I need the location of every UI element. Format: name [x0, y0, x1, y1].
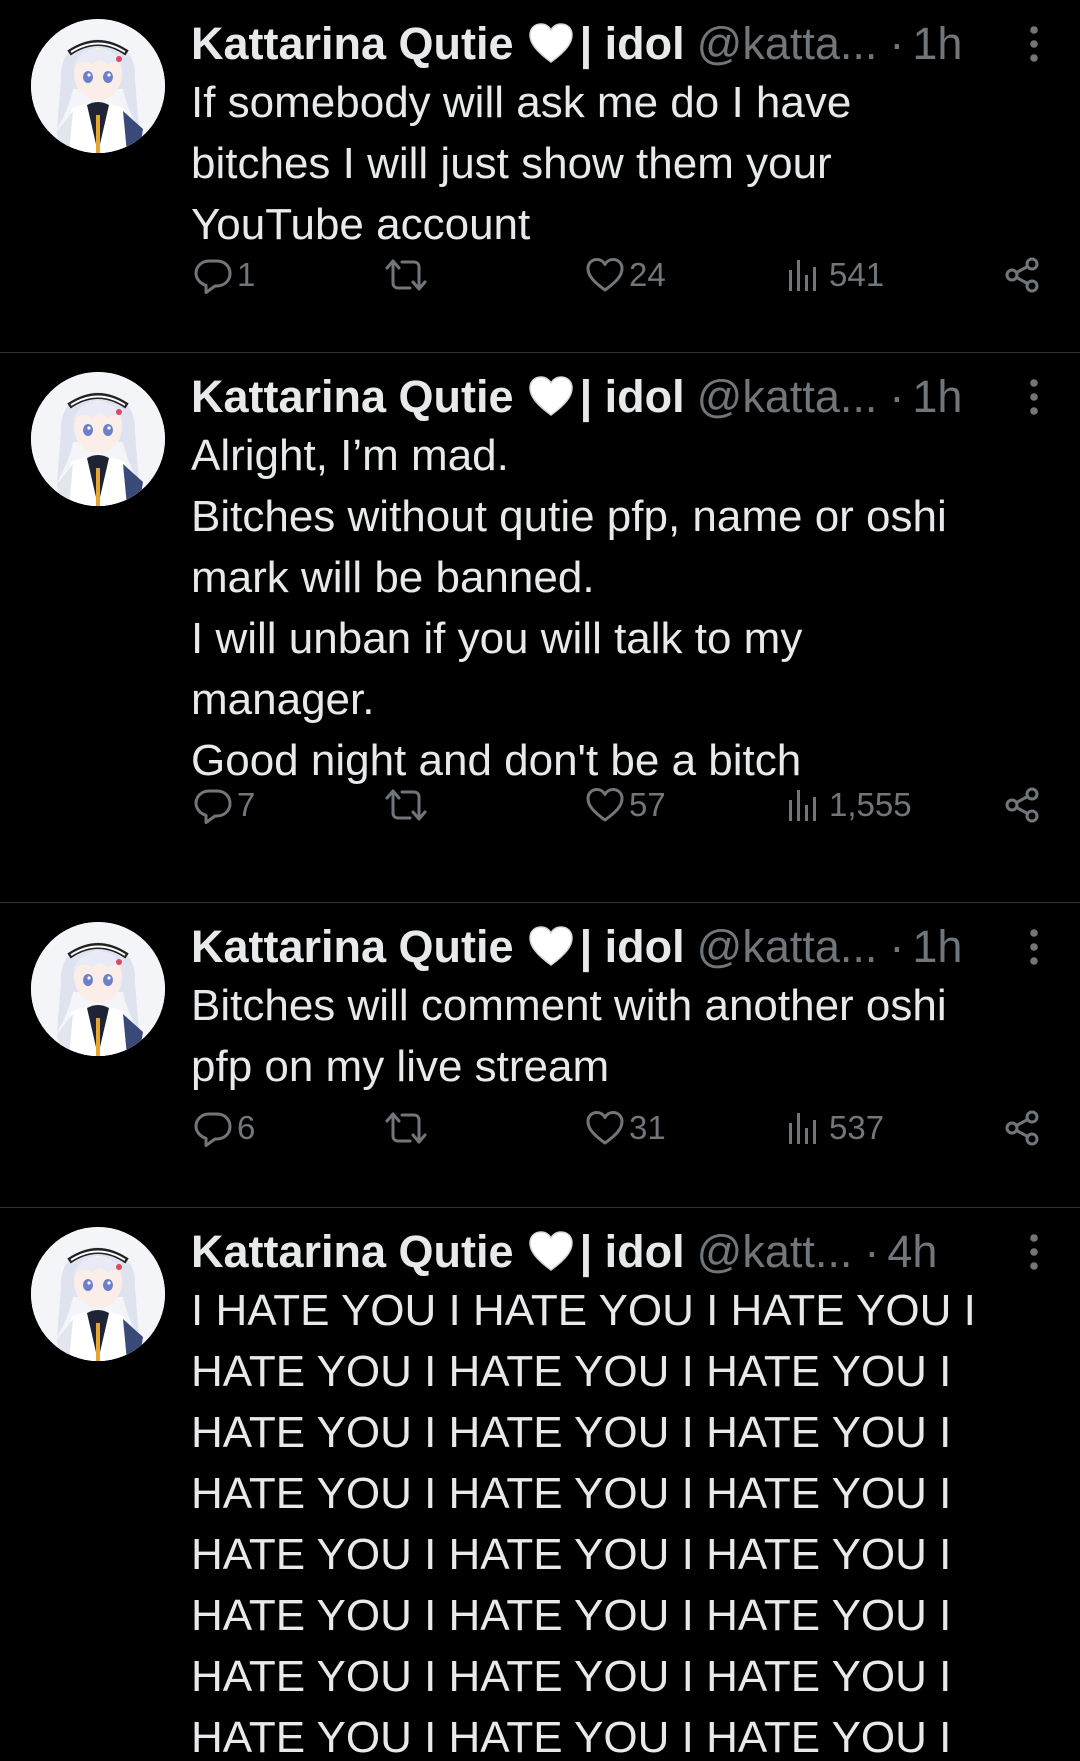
share-icon: [1002, 255, 1042, 295]
display-name-suffix[interactable]: | idol: [580, 365, 685, 429]
tweet-header: Kattarina Qutie | idol @katta... · 1h: [191, 915, 1020, 979]
reply-button[interactable]: 1: [193, 250, 255, 300]
tweet-header: Kattarina Qutie | idol @katt... · 4h: [191, 1220, 1020, 1284]
reply-button[interactable]: 6: [193, 1103, 255, 1153]
tweet[interactable]: Kattarina Qutie | idol @katta... · 1h If…: [0, 0, 1080, 353]
timeline-feed: Kattarina Qutie | idol @katta... · 1h If…: [0, 0, 1080, 1761]
display-name[interactable]: Kattarina Qutie: [191, 1220, 514, 1284]
views-button[interactable]: 541: [785, 250, 884, 300]
tweet[interactable]: Kattarina Qutie | idol @katt... · 4h I H…: [0, 1208, 1080, 1761]
display-name-suffix[interactable]: | idol: [580, 12, 685, 76]
views-bar-chart-icon: [785, 785, 825, 825]
reply-bubble-icon: [193, 1108, 233, 1148]
white-heart-emoji-icon: [528, 21, 574, 67]
tweet-content: Kattarina Qutie | idol @katt... · 4h I H…: [191, 1220, 1020, 1761]
heart-icon: [585, 255, 625, 295]
heart-icon: [585, 1108, 625, 1148]
reply-count: 1: [237, 256, 256, 293]
tweet-content: Kattarina Qutie | idol @katta... · 1h Bi…: [191, 915, 1020, 1097]
retweet-icon: [383, 1108, 429, 1148]
tweet-content: Kattarina Qutie | idol @katta... · 1h If…: [191, 12, 1020, 255]
user-handle[interactable]: @katta...: [697, 365, 878, 429]
tweet-header: Kattarina Qutie | idol @katta... · 1h: [191, 12, 1020, 76]
retweet-button[interactable]: [383, 1103, 433, 1153]
white-heart-emoji-icon: [528, 1229, 574, 1275]
reply-count: 6: [237, 1109, 256, 1146]
tweet-text: Alright, I’m mad. Bitches without qutie …: [191, 431, 947, 785]
tweet-text: I HATE YOU I HATE YOU I HATE YOU I HATE …: [191, 1286, 976, 1761]
user-handle[interactable]: @katta...: [697, 915, 878, 979]
share-button[interactable]: [1002, 1103, 1042, 1153]
tweet-actions: 6 31 537: [191, 1103, 1042, 1153]
share-icon: [1002, 1108, 1042, 1148]
retweet-icon: [383, 785, 429, 825]
avatar[interactable]: [31, 922, 165, 1056]
view-count: 1,555: [829, 786, 912, 823]
avatar-image: [31, 372, 165, 506]
like-button[interactable]: 57: [585, 780, 666, 830]
white-heart-emoji-icon: [528, 374, 574, 420]
tweet-actions: 1 24 541: [191, 250, 1042, 300]
reply-button[interactable]: 7: [193, 780, 255, 830]
avatar-image: [31, 922, 165, 1056]
timestamp[interactable]: 1h: [912, 365, 962, 429]
separator-dot: ·: [889, 371, 905, 422]
tweet-text: Bitches will comment with another oshi p…: [191, 981, 947, 1091]
share-button[interactable]: [1002, 250, 1042, 300]
separator-dot: ·: [864, 1226, 880, 1277]
display-name-suffix[interactable]: | idol: [580, 1220, 685, 1284]
tweet-actions: 7 57 1,555: [191, 780, 1042, 830]
more-vertical-icon[interactable]: [1026, 1232, 1042, 1272]
more-vertical-icon[interactable]: [1026, 927, 1042, 967]
like-button[interactable]: 24: [585, 250, 666, 300]
avatar-image: [31, 19, 165, 153]
retweet-button[interactable]: [383, 780, 433, 830]
reply-bubble-icon: [193, 255, 233, 295]
user-handle[interactable]: @katta...: [697, 12, 878, 76]
user-handle[interactable]: @katt...: [697, 1220, 853, 1284]
views-button[interactable]: 537: [785, 1103, 884, 1153]
avatar[interactable]: [31, 19, 165, 153]
more-vertical-icon[interactable]: [1026, 24, 1042, 64]
more-vertical-icon[interactable]: [1026, 377, 1042, 417]
tweet-text: If somebody will ask me do I have bitche…: [191, 78, 852, 249]
view-count: 541: [829, 256, 885, 293]
share-button[interactable]: [1002, 780, 1042, 830]
reply-bubble-icon: [193, 785, 233, 825]
display-name[interactable]: Kattarina Qutie: [191, 915, 514, 979]
separator-dot: ·: [889, 921, 905, 972]
avatar[interactable]: [31, 1227, 165, 1361]
like-count: 57: [629, 786, 666, 823]
timestamp[interactable]: 1h: [912, 12, 962, 76]
like-count: 31: [629, 1109, 666, 1146]
display-name[interactable]: Kattarina Qutie: [191, 365, 514, 429]
display-name[interactable]: Kattarina Qutie: [191, 12, 514, 76]
timestamp[interactable]: 4h: [887, 1220, 937, 1284]
tweet-content: Kattarina Qutie | idol @katta... · 1h Al…: [191, 365, 1020, 791]
reply-count: 7: [237, 786, 256, 823]
view-count: 537: [829, 1109, 885, 1146]
retweet-button[interactable]: [383, 250, 433, 300]
like-count: 24: [629, 256, 666, 293]
views-button[interactable]: 1,555: [785, 780, 912, 830]
avatar[interactable]: [31, 372, 165, 506]
tweet[interactable]: Kattarina Qutie | idol @katta... · 1h Bi…: [0, 903, 1080, 1208]
views-bar-chart-icon: [785, 255, 825, 295]
views-bar-chart-icon: [785, 1108, 825, 1148]
heart-icon: [585, 785, 625, 825]
display-name-suffix[interactable]: | idol: [580, 915, 685, 979]
tweet-header: Kattarina Qutie | idol @katta... · 1h: [191, 365, 1020, 429]
tweet[interactable]: Kattarina Qutie | idol @katta... · 1h Al…: [0, 353, 1080, 903]
like-button[interactable]: 31: [585, 1103, 666, 1153]
avatar-image: [31, 1227, 165, 1361]
retweet-icon: [383, 255, 429, 295]
share-icon: [1002, 785, 1042, 825]
separator-dot: ·: [889, 18, 905, 69]
timestamp[interactable]: 1h: [912, 915, 962, 979]
white-heart-emoji-icon: [528, 924, 574, 970]
